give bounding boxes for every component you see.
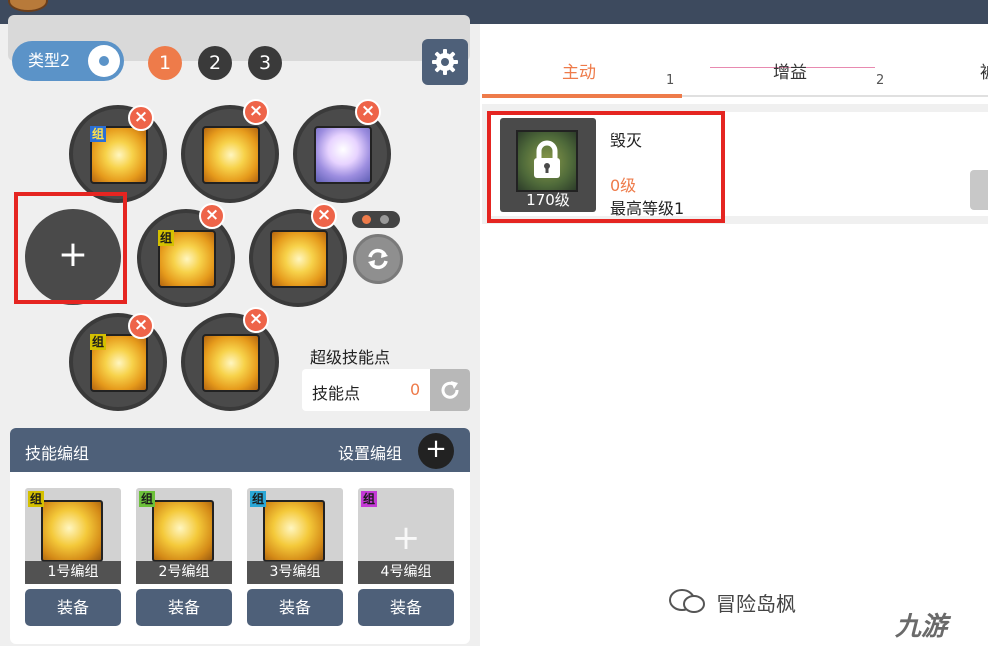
plus-icon: + <box>391 518 421 558</box>
tab-active-skills[interactable]: 主动 <box>562 58 596 83</box>
group-tag: 组 <box>28 491 45 507</box>
group-card-empty[interactable]: + 组 4号编组 <box>358 488 454 584</box>
group-tag: 组 <box>90 126 107 142</box>
group-caption: 1号编组 <box>25 561 121 584</box>
page-indicator <box>352 211 400 228</box>
watermark-text: 冒险岛枫 <box>716 592 796 616</box>
lock-icon <box>534 140 560 178</box>
required-level: 170级 <box>526 191 570 209</box>
remove-skill-button[interactable]: × <box>199 203 225 229</box>
group-card[interactable]: 组 1号编组 <box>25 488 121 584</box>
reset-skill-points-button[interactable] <box>430 369 470 411</box>
equip-button[interactable]: 装备 <box>25 589 121 626</box>
skill-group-panel: 技能编组 设置编组 + 组 1号编组 装备 组 2号编组 装备 组 3号编组 装… <box>10 428 470 644</box>
group-caption: 2号编组 <box>136 561 232 584</box>
group-tag: 组 <box>250 491 267 507</box>
skill-point-value: 0 <box>410 380 421 399</box>
group-card[interactable]: 组 2号编组 <box>136 488 232 584</box>
group-caption: 4号编组 <box>358 561 454 584</box>
add-group-button[interactable]: + <box>418 433 454 469</box>
skill-action-button[interactable] <box>970 170 988 210</box>
tab-count: 2 <box>876 73 885 88</box>
add-skill-slot[interactable]: + <box>25 209 121 305</box>
preset-button-1[interactable]: 1 <box>148 46 182 80</box>
refresh-icon <box>368 248 388 270</box>
remove-skill-button[interactable]: × <box>355 99 381 125</box>
skill-icon <box>202 334 260 392</box>
remove-skill-button[interactable]: × <box>128 105 154 131</box>
group-skill-icon <box>152 500 214 562</box>
group-panel-title: 技能编组 <box>25 444 90 463</box>
set-group-label: 设置编组 <box>338 444 403 463</box>
reset-icon <box>441 381 459 399</box>
group-tag: 组 <box>361 491 378 507</box>
skill-icon <box>314 126 372 184</box>
skill-icon <box>516 130 578 192</box>
remove-skill-button[interactable]: × <box>243 307 269 333</box>
skill-max-level: 最高等级1 <box>610 199 685 218</box>
group-tag: 组 <box>90 334 107 350</box>
equip-button[interactable]: 装备 <box>136 589 232 626</box>
settings-button[interactable] <box>422 39 468 85</box>
preset-button-3[interactable]: 3 <box>248 46 282 80</box>
skill-point-box: 技能点 0 <box>302 369 470 411</box>
group-caption: 3号编组 <box>247 561 343 584</box>
wechat-icon <box>669 589 705 613</box>
remove-skill-button[interactable]: × <box>243 99 269 125</box>
skill-icon-slot: 170级 <box>500 118 596 212</box>
skill-point-label: 技能点 <box>312 384 361 403</box>
active-tab-indicator <box>482 94 682 98</box>
watermark-brand: 九游 <box>895 612 948 642</box>
preset-button-2[interactable]: 2 <box>198 46 232 80</box>
equip-button[interactable]: 装备 <box>358 589 454 626</box>
tab-buff-skills[interactable]: 增益 <box>773 58 807 83</box>
swap-button[interactable] <box>353 234 403 284</box>
group-panel-header: 技能编组 设置编组 + <box>10 428 470 472</box>
tab-count: 1 <box>666 73 675 88</box>
skill-icon <box>270 230 328 288</box>
remove-skill-button[interactable]: × <box>311 203 337 229</box>
group-tag: 组 <box>139 491 156 507</box>
equip-button[interactable]: 装备 <box>247 589 343 626</box>
group-card[interactable]: 组 3号编组 <box>247 488 343 584</box>
page-dot <box>380 215 389 224</box>
page-dot-active <box>362 215 371 224</box>
group-tag: 组 <box>158 230 175 246</box>
gear-icon <box>432 49 458 75</box>
super-skill-point-title: 超级技能点 <box>310 348 391 367</box>
type-toggle[interactable]: 类型2 <box>12 41 124 81</box>
type-toggle-label: 类型2 <box>28 51 71 70</box>
tab-passive-skills[interactable]: 被 <box>980 58 988 83</box>
skill-current-level: 0级 <box>610 176 637 195</box>
game-logo-icon <box>8 0 48 12</box>
group-skill-icon <box>41 500 103 562</box>
skill-name: 毁灭 <box>610 131 643 150</box>
plus-icon: + <box>57 234 89 275</box>
toggle-knob-icon <box>88 45 120 77</box>
remove-skill-button[interactable]: × <box>128 313 154 339</box>
skill-icon <box>202 126 260 184</box>
group-skill-icon <box>263 500 325 562</box>
